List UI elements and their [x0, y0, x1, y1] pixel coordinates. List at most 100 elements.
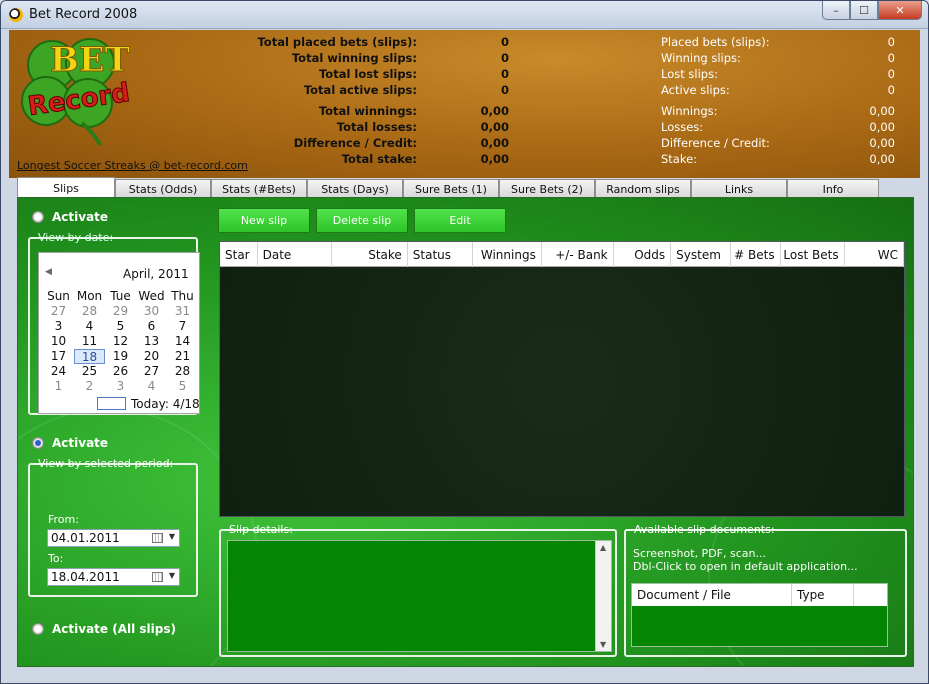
calendar-day[interactable]: 31 [167, 304, 198, 319]
column-header-winnings[interactable]: Winnings [473, 242, 542, 267]
tab-random-slips[interactable]: Random slips [595, 179, 691, 198]
total-stat-value: 0 [500, 67, 509, 81]
column-header-status[interactable]: Status [408, 242, 473, 267]
calendar-day[interactable]: 25 [74, 364, 105, 379]
column-header-stake[interactable]: Stake [332, 242, 408, 267]
calendar-day[interactable]: 30 [136, 304, 167, 319]
period-stat-value: 0,00 [869, 136, 895, 150]
scroll-down-icon[interactable]: ▼ [600, 640, 606, 649]
documents-list[interactable]: Document / File Type [631, 583, 888, 647]
scroll-up-icon[interactable]: ▲ [600, 543, 606, 552]
calendar-day[interactable]: 5 [105, 319, 136, 334]
close-button[interactable]: ✕ [878, 1, 922, 20]
column-header-star[interactable]: Star [220, 242, 258, 267]
calendar-weekday: Thu [171, 289, 194, 303]
title-bar[interactable]: Bet Record 2008 – ☐ ✕ [1, 1, 928, 29]
group-legend: View by selected period: [38, 457, 174, 470]
edit-button[interactable]: Edit [414, 208, 506, 233]
calendar-day[interactable]: 17 [43, 349, 74, 364]
new-slip-button[interactable]: New slip [218, 208, 310, 233]
calendar-day[interactable]: 1 [43, 379, 74, 394]
column-header-bank[interactable]: +/- Bank [542, 242, 614, 267]
column-header-system[interactable]: System [671, 242, 731, 267]
total-stat-label: Total winnings: [318, 104, 417, 118]
calendar-day[interactable]: 21 [167, 349, 198, 364]
today-marker [97, 397, 126, 410]
period-stat-label: Stake: [661, 152, 698, 166]
tab-stats-days[interactable]: Stats (Days) [307, 179, 403, 198]
calendar-day[interactable]: 19 [105, 349, 136, 364]
delete-slip-button[interactable]: Delete slip [316, 208, 408, 233]
calendar-day[interactable]: 4 [74, 319, 105, 334]
calendar-day[interactable]: 28 [167, 364, 198, 379]
calendar-day[interactable]: 27 [136, 364, 167, 379]
summary-header: BET Record Longest Soccer Streaks @ bet-… [9, 30, 920, 178]
radio-label: Activate [52, 210, 109, 224]
calendar-day[interactable]: 10 [43, 334, 74, 349]
calendar-day[interactable]: 13 [136, 334, 167, 349]
period-stat-value: 0 [887, 35, 895, 49]
tab-stats-bets[interactable]: Stats (#Bets) [211, 179, 307, 198]
calendar-day[interactable]: 26 [105, 364, 136, 379]
slip-details-textarea[interactable]: ▲ ▼ [227, 540, 612, 652]
calendar-day[interactable]: 4 [136, 379, 167, 394]
activate-date-radio[interactable]: Activate [32, 210, 108, 224]
calendar-month-title: April, 2011 [123, 267, 189, 281]
svg-text:BET: BET [50, 40, 130, 80]
total-stat-value: 0 [500, 51, 509, 65]
calendar-weekday: Tue [110, 289, 131, 303]
tab-stats-odds[interactable]: Stats (Odds) [115, 179, 211, 198]
activate-period-radio[interactable]: Activate [32, 436, 108, 450]
documents-list-header: Document / File Type [632, 584, 887, 606]
previous-month-icon[interactable]: ◀ [45, 267, 52, 277]
tab-sure-bets-2[interactable]: Sure Bets (2) [499, 179, 595, 198]
today-link[interactable]: Today: 4/18/2 [131, 397, 199, 411]
from-date-picker[interactable]: 04.01.2011 ▼ [47, 529, 180, 547]
to-date-value: 18.04.2011 [51, 570, 120, 584]
calendar-day[interactable]: 27 [43, 304, 74, 319]
calendar-day[interactable]: 6 [136, 319, 167, 334]
total-stat-value: 0,00 [480, 104, 509, 118]
tab-info[interactable]: Info [787, 179, 879, 198]
column-header-type[interactable]: Type [792, 584, 854, 606]
minimize-button[interactable]: – [822, 1, 850, 20]
radio-icon [32, 623, 44, 635]
period-stat-label: Placed bets (slips): [661, 35, 770, 49]
calendar-day[interactable]: 2 [74, 379, 105, 394]
calendar-day[interactable]: 24 [43, 364, 74, 379]
column-header-bets[interactable]: # Bets [731, 242, 781, 267]
calendar-day[interactable]: 7 [167, 319, 198, 334]
column-header-odds[interactable]: Odds [614, 242, 672, 267]
calendar-day[interactable]: 28 [74, 304, 105, 319]
tab-sure-bets-1[interactable]: Sure Bets (1) [403, 179, 499, 198]
calendar-day[interactable]: 5 [167, 379, 198, 394]
calendar-day[interactable]: 29 [105, 304, 136, 319]
tab-slips[interactable]: Slips [17, 177, 115, 198]
radio-icon [32, 437, 44, 449]
to-date-picker[interactable]: 18.04.2011 ▼ [47, 568, 180, 586]
tab-links[interactable]: Links [691, 179, 787, 198]
calendar-day[interactable]: 14 [167, 334, 198, 349]
period-stat-value: 0 [887, 51, 895, 65]
calendar-day[interactable]: 20 [136, 349, 167, 364]
period-stat-value: 0,00 [869, 152, 895, 166]
column-header-date[interactable]: Date [258, 242, 333, 267]
slips-grid[interactable]: Star Date Stake Status Winnings +/- Bank Odds S… [219, 241, 905, 517]
calendar-day[interactable]: 12 [105, 334, 136, 349]
column-header-lost-bets[interactable]: Lost Bets [781, 242, 845, 267]
calendar-day[interactable]: 11 [74, 334, 105, 349]
maximize-button[interactable]: ☐ [850, 1, 878, 20]
month-calendar[interactable]: ◀ April, 2011 Sun Mon Tue Wed Thu 27 28 29 30 31 3… [38, 252, 200, 414]
calendar-day[interactable]: 3 [43, 319, 74, 334]
activate-all-radio[interactable]: Activate (All slips) [32, 622, 176, 636]
calendar-icon [152, 533, 163, 543]
calendar-day[interactable]: 18 [74, 349, 105, 364]
calendar-day[interactable]: 3 [105, 379, 136, 394]
vertical-scrollbar[interactable]: ▲ ▼ [595, 541, 611, 651]
chevron-down-icon: ▼ [168, 532, 175, 541]
column-header-document-file[interactable]: Document / File [632, 584, 792, 606]
window-title: Bet Record 2008 [29, 7, 138, 22]
period-stat-value: 0 [887, 67, 895, 81]
group-legend: Available slip documents: [634, 523, 775, 536]
column-header-wc[interactable]: WC [845, 242, 904, 267]
